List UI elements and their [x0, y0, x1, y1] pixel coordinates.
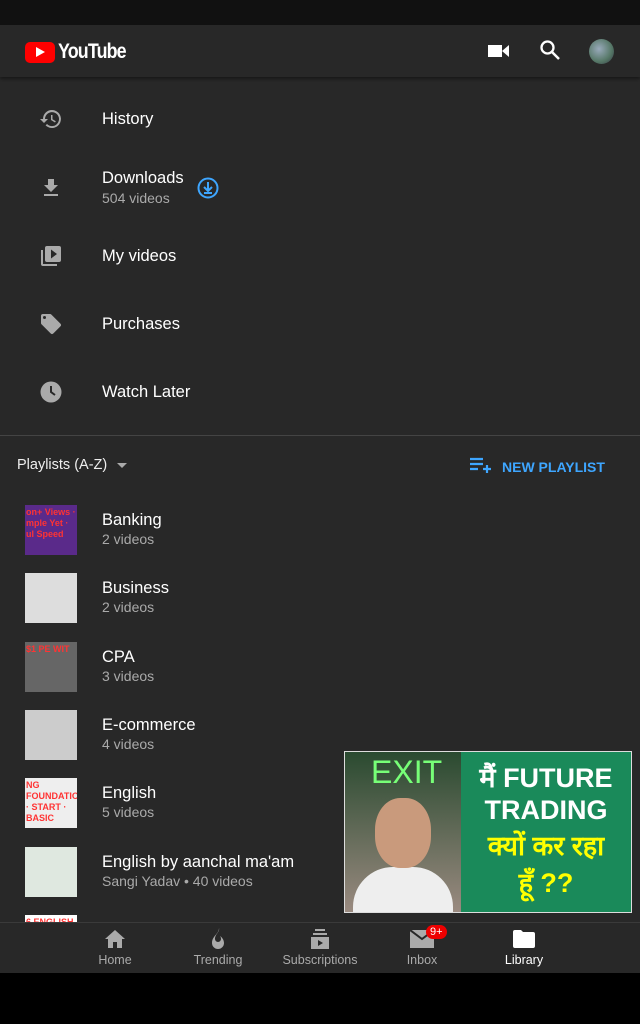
mini-player[interactable]: EXIT मैं FUTURE TRADING क्यों कर रहा हूँ…: [344, 751, 632, 913]
playlist-subtitle: Sangi Yadav • 40 videos: [102, 872, 253, 889]
menu-item-my-videos[interactable]: My videos: [0, 228, 640, 284]
menu-sub: 504 videos: [102, 190, 170, 206]
folder-icon: [474, 927, 574, 951]
playlist-subtitle: 2 videos: [102, 599, 155, 616]
presenter-face: [375, 798, 431, 868]
nav-label: Home: [98, 953, 132, 967]
playlist-subtitle: 2 videos: [102, 531, 155, 547]
playlist-row[interactable]: Business 2 videos: [0, 573, 640, 633]
avatar[interactable]: [589, 39, 614, 64]
menu-label: Watch Later: [102, 383, 191, 401]
app: YouTube History Downloads 504 videos My …: [0, 25, 640, 973]
playlist-title: Banking: [102, 511, 162, 529]
tag-icon: [39, 312, 63, 336]
search-icon[interactable]: [539, 39, 561, 66]
exit-sign: EXIT: [371, 754, 443, 790]
home-icon: [65, 927, 165, 951]
caret-down-icon: [117, 462, 128, 468]
thumbnail-text: on+ Views · mple Yet · ul Speed: [26, 507, 76, 539]
divider: [0, 435, 640, 436]
inbox-icon: 9+: [372, 925, 472, 951]
nav-label: Trending: [193, 953, 243, 967]
playlist-thumbnail: NG FOUNDATIO · START · BASIC: [25, 778, 77, 829]
nav-label: Subscriptions: [282, 953, 358, 967]
bottom-nav: Home Trending Subscriptions 9+ Inbox Libr…: [0, 922, 640, 973]
brand-name: YouTube: [58, 40, 127, 63]
menu-label: Downloads: [102, 169, 184, 187]
playlist-subtitle: 5 videos: [102, 804, 155, 821]
mini-player-video-left: EXIT: [345, 752, 461, 912]
thumbnail-text: $1 PE WIT: [26, 643, 70, 654]
download-status-icon: [197, 177, 219, 204]
my-videos-icon: [39, 244, 63, 268]
thumbnail-text: NG FOUNDATIO · START · BASIC: [26, 780, 77, 824]
title-line: हूँ ??: [518, 868, 574, 898]
menu-label: History: [102, 110, 154, 128]
playlist-thumbnail: on+ Views · mple Yet · ul Speed: [25, 505, 77, 555]
nav-library[interactable]: Library: [474, 927, 574, 967]
top-app-bar: YouTube: [0, 25, 640, 77]
playlist-add-icon: [470, 457, 492, 476]
menu-item-history[interactable]: History: [0, 91, 640, 147]
nav-trending[interactable]: Trending: [168, 927, 268, 967]
history-icon: [39, 107, 63, 131]
menu-label: Purchases: [102, 315, 180, 333]
system-nav-area: [0, 973, 640, 1024]
playlist-row[interactable]: on+ Views · mple Yet · ul Speed Banking …: [0, 505, 640, 565]
playlist-thumbnail: [25, 709, 77, 760]
title-line: TRADING: [484, 795, 608, 825]
subscriptions-icon: [270, 927, 370, 951]
playlist-thumbnail: $1 PE WIT: [25, 641, 77, 692]
nav-home[interactable]: Home: [65, 927, 165, 967]
playlists-sort-dropdown[interactable]: Playlists (A-Z): [17, 457, 128, 473]
clock-icon: [39, 380, 63, 404]
nav-label: Library: [504, 953, 544, 967]
flame-icon: [168, 927, 268, 951]
new-playlist-button[interactable]: NEW PLAYLIST: [470, 457, 605, 476]
playlist-title: English: [102, 784, 157, 803]
menu-item-purchases[interactable]: Purchases: [0, 296, 640, 352]
new-playlist-label: NEW PLAYLIST: [502, 458, 605, 475]
playlist-title: CPA: [102, 647, 135, 666]
youtube-play-icon: [25, 41, 55, 63]
title-line: क्यों कर रहा: [487, 831, 605, 861]
presenter-shirt: [353, 867, 453, 912]
notification-badge: 9+: [426, 925, 447, 939]
playlist-thumbnail: [25, 846, 77, 897]
sort-label: Playlists (A-Z): [17, 457, 108, 473]
playlist-subtitle: 3 videos: [102, 667, 155, 684]
menu-label: My videos: [102, 247, 177, 265]
menu-item-watch-later[interactable]: Watch Later: [0, 364, 640, 420]
playlist-title: E-commerce: [102, 715, 196, 734]
download-icon: [39, 176, 63, 200]
nav-inbox[interactable]: 9+ Inbox: [372, 925, 472, 967]
mini-player-video-title: मैं FUTURE TRADING क्यों कर रहा हूँ ??: [461, 752, 631, 912]
menu-item-downloads[interactable]: Downloads 504 videos: [0, 160, 640, 216]
status-bar: [0, 0, 640, 25]
playlist-thumbnail: [25, 573, 77, 624]
playlist-title: Business: [102, 579, 169, 598]
playlist-subtitle: 4 videos: [102, 735, 155, 752]
youtube-logo[interactable]: YouTube: [25, 40, 138, 64]
title-line: मैं FUTURE: [479, 763, 613, 793]
playlist-row[interactable]: $1 PE WIT CPA 3 videos: [0, 641, 640, 702]
camera-icon[interactable]: [488, 42, 510, 65]
nav-subscriptions[interactable]: Subscriptions: [270, 927, 370, 967]
nav-label: Inbox: [406, 953, 438, 967]
playlist-title: English by aanchal ma'am: [102, 852, 295, 871]
